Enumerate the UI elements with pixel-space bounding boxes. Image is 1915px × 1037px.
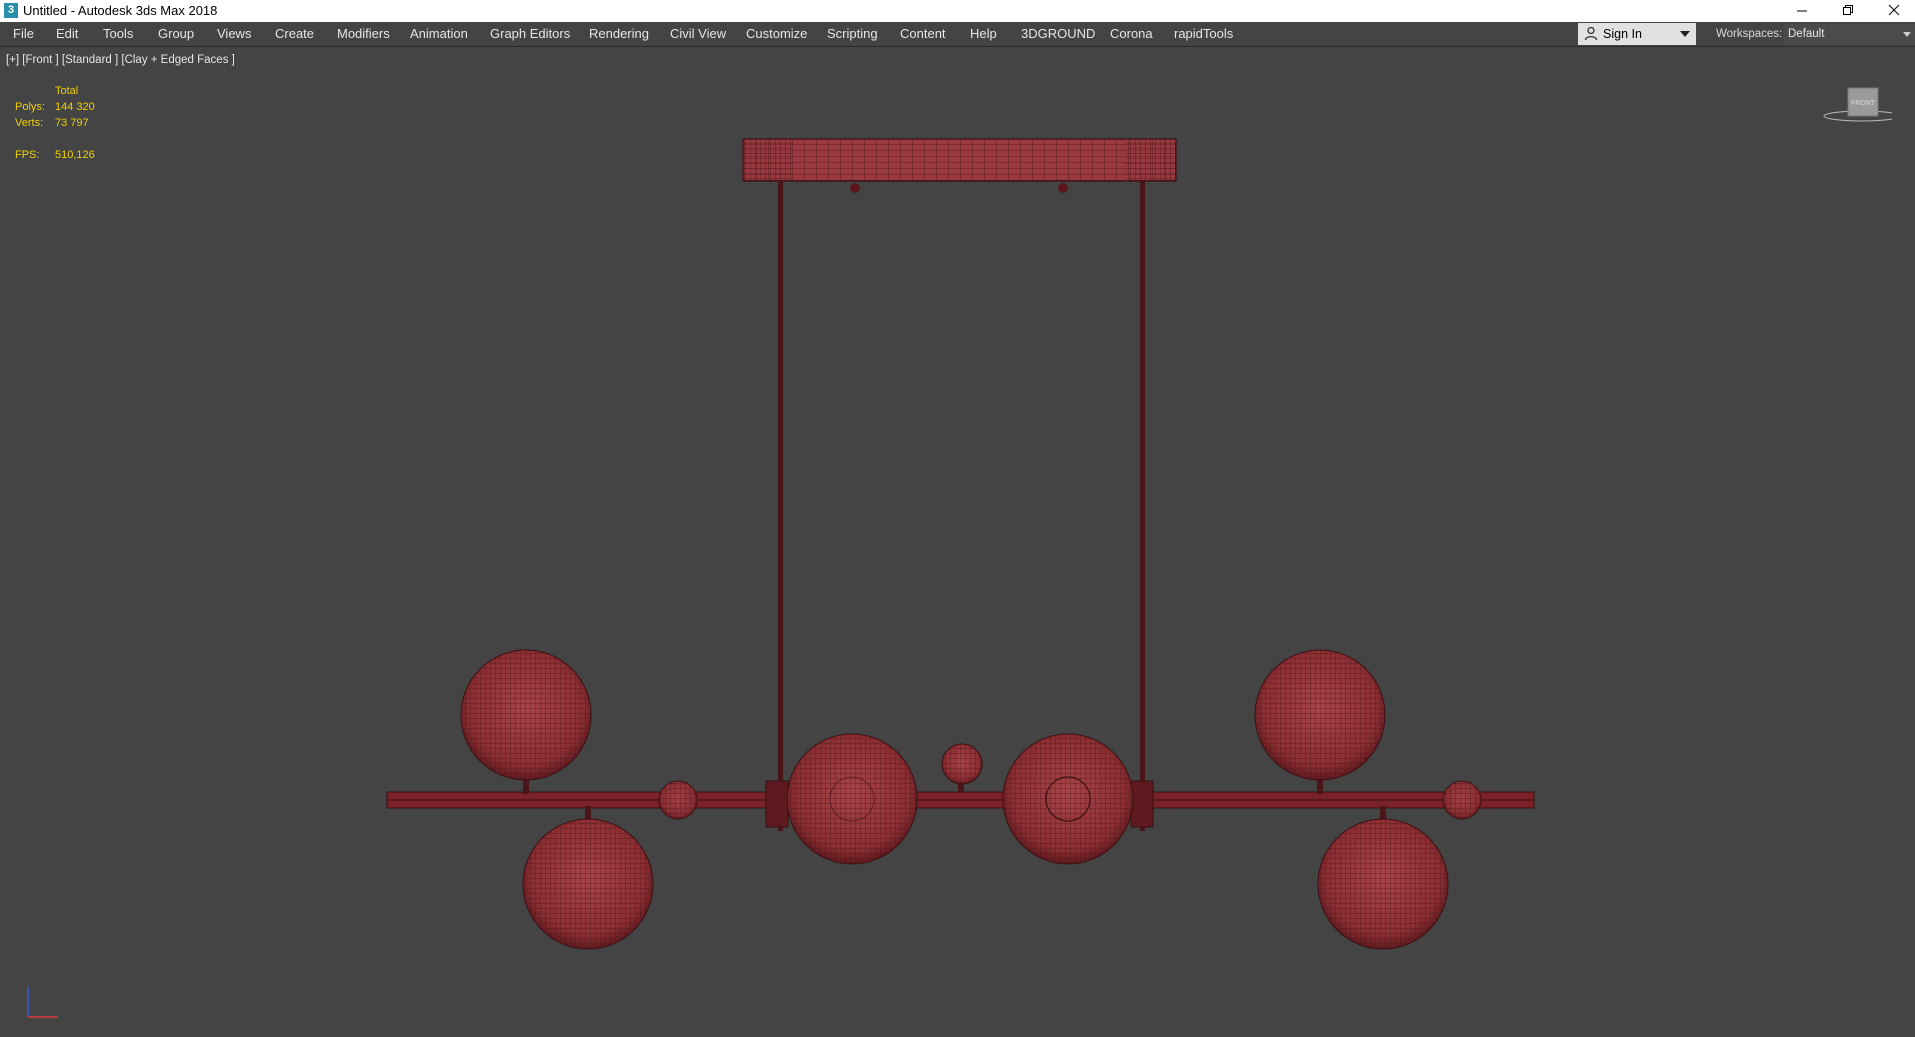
menu-corona[interactable]: Corona — [1110, 26, 1153, 41]
canopy-mesh[interactable] — [742, 138, 1177, 193]
menu-help[interactable]: Help — [970, 26, 997, 41]
scene-canvas[interactable] — [0, 48, 1915, 1037]
minimize-icon — [1797, 10, 1807, 12]
window-title: Untitled - Autodesk 3ds Max 2018 — [23, 3, 218, 18]
front-viewport[interactable]: [+] [Front ] [Standard ] [Clay + Edged F… — [0, 48, 1915, 1037]
menu-modifiers[interactable]: Modifiers — [337, 26, 390, 41]
restore-icon — [1843, 5, 1853, 15]
axis-tripod-icon — [27, 987, 58, 1018]
chevron-down-icon — [1680, 31, 1690, 37]
globe-center-left[interactable] — [786, 733, 918, 865]
menu-rapidtools[interactable]: rapidTools — [1174, 26, 1233, 41]
sign-in-dropdown[interactable]: Sign In — [1578, 23, 1696, 45]
workspaces-select[interactable]: Default — [1784, 24, 1915, 44]
globe-lower-left[interactable] — [522, 818, 654, 950]
menu-content[interactable]: Content — [900, 26, 946, 41]
suspension-rod-right[interactable] — [1140, 181, 1145, 831]
menu-tools[interactable]: Tools — [103, 26, 133, 41]
menu-scripting[interactable]: Scripting — [827, 26, 878, 41]
menu-animation[interactable]: Animation — [410, 26, 468, 41]
chevron-down-icon — [1903, 32, 1911, 37]
small-sphere-left[interactable] — [658, 780, 698, 820]
menu-rendering[interactable]: Rendering — [589, 26, 649, 41]
minimize-button[interactable] — [1779, 0, 1825, 22]
small-sphere-right[interactable] — [1442, 780, 1482, 820]
menu-edit[interactable]: Edit — [56, 26, 78, 41]
workspaces-label: Workspaces: — [1716, 28, 1783, 40]
menu-file[interactable]: File — [13, 26, 34, 41]
menu-create[interactable]: Create — [275, 26, 314, 41]
restore-button[interactable] — [1825, 0, 1871, 22]
globe-lower-right[interactable] — [1317, 818, 1449, 950]
menu-graph-editors[interactable]: Graph Editors — [490, 26, 570, 41]
small-sphere-top-center[interactable] — [941, 743, 983, 785]
menu-3dground[interactable]: 3DGROUND — [1021, 26, 1095, 41]
menu-customize[interactable]: Customize — [746, 26, 807, 41]
menu-views[interactable]: Views — [217, 26, 251, 41]
window-title-bar: 3 Untitled - Autodesk 3ds Max 2018 — [0, 0, 1915, 22]
globe-upper-right[interactable] — [1254, 649, 1386, 781]
sign-in-label: Sign In — [1603, 27, 1642, 41]
close-button[interactable] — [1871, 0, 1915, 22]
globe-center-right[interactable] — [1002, 733, 1134, 865]
menu-group[interactable]: Group — [158, 26, 194, 41]
globe-upper-left[interactable] — [460, 649, 592, 781]
user-icon — [1584, 26, 1598, 41]
menu-civil-view[interactable]: Civil View — [670, 26, 726, 41]
suspension-rod-left[interactable] — [778, 181, 783, 831]
app-3dsmax-icon: 3 — [4, 3, 18, 18]
close-icon — [1888, 4, 1900, 16]
workspaces-value: Default — [1788, 28, 1825, 40]
